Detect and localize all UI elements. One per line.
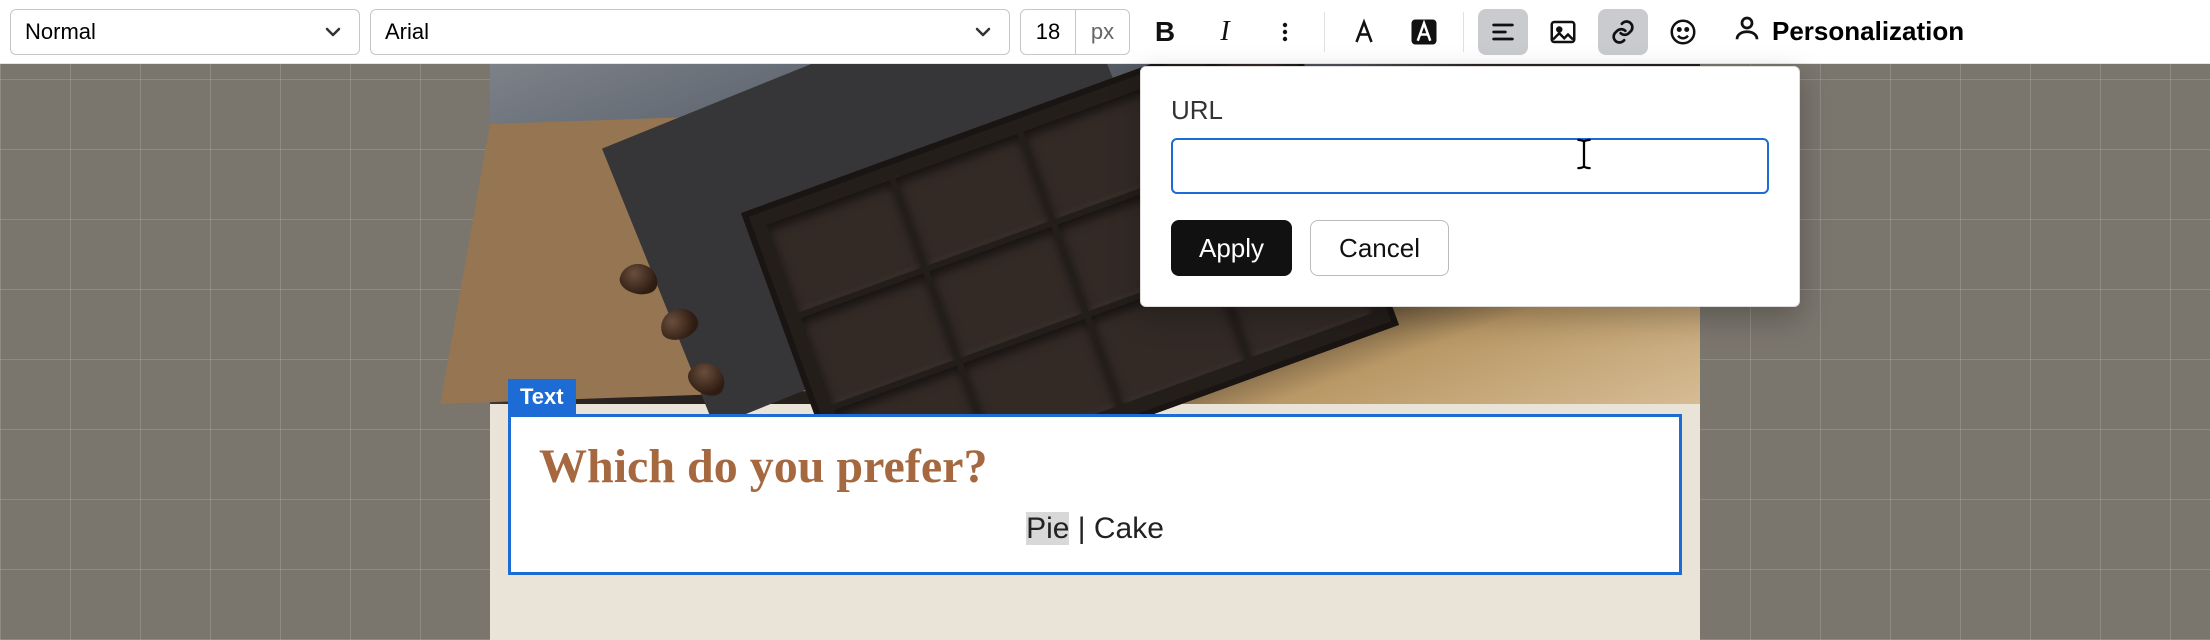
font-size-value: 18 [1021,19,1075,45]
font-family-select[interactable]: Arial [370,9,1010,55]
insert-link-button[interactable] [1598,9,1648,55]
url-input[interactable] [1171,138,1769,194]
insert-emoji-button[interactable] [1658,9,1708,55]
selected-text: Pie [1026,512,1069,545]
apply-button[interactable]: Apply [1171,220,1292,276]
font-size-input[interactable]: 18 px [1020,9,1130,55]
body-option-b: Cake [1094,512,1164,545]
font-size-unit: px [1075,10,1129,54]
editor-toolbar: Normal Arial 18 px B I [0,0,2210,64]
block-type-tag: Text [508,379,576,415]
more-text-options-button[interactable] [1260,9,1310,55]
font-family-value: Arial [385,19,429,45]
cancel-button[interactable]: Cancel [1310,220,1449,276]
personalization-label: Personalization [1772,16,1964,47]
bold-button[interactable]: B [1140,9,1190,55]
person-icon [1732,13,1762,50]
chevron-down-icon [971,20,995,44]
toolbar-separator [1324,12,1325,52]
align-button[interactable] [1478,9,1528,55]
background-color-button[interactable] [1399,9,1449,55]
chevron-down-icon [321,20,345,44]
cancel-button-label: Cancel [1339,233,1420,264]
editor-canvas[interactable]: Text Which do you prefer? Pie | Cake [0,64,2210,640]
paragraph-format-value: Normal [25,19,96,45]
italic-button[interactable]: I [1200,9,1250,55]
text-color-button[interactable] [1339,9,1389,55]
link-popover: URL Apply Cancel [1140,66,1800,307]
block-heading[interactable]: Which do you prefer? [539,439,1651,494]
toolbar-separator [1463,12,1464,52]
text-block[interactable]: Text Which do you prefer? Pie | Cake [508,414,1682,575]
insert-image-button[interactable] [1538,9,1588,55]
paragraph-format-select[interactable]: Normal [10,9,360,55]
apply-button-label: Apply [1199,233,1264,264]
block-body[interactable]: Pie | Cake [539,512,1651,546]
personalization-button[interactable]: Personalization [1718,9,1978,55]
body-separator: | [1069,512,1093,545]
url-field-label: URL [1171,95,1769,126]
